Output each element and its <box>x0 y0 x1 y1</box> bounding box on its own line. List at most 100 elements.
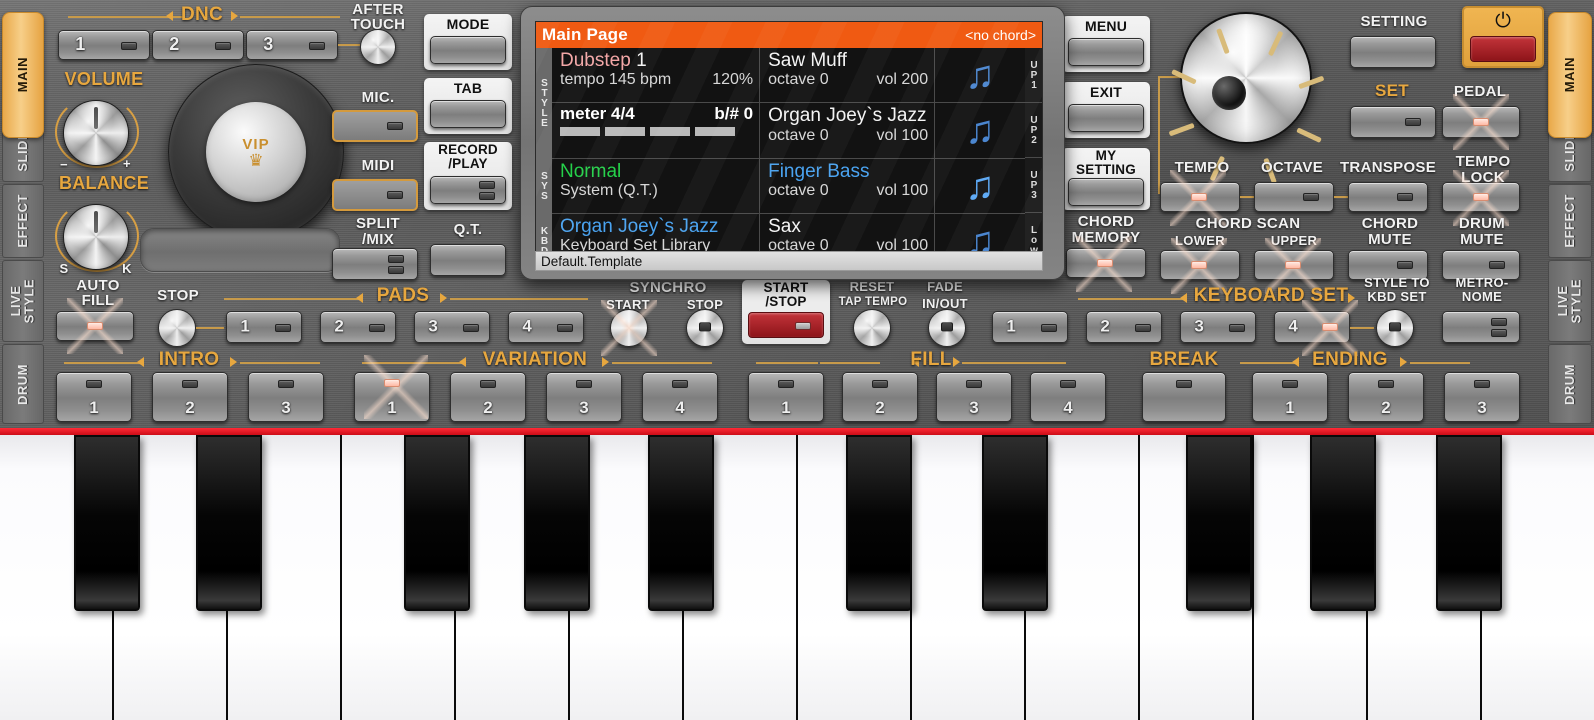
black-key[interactable] <box>524 435 590 611</box>
data-dial-jog-wheel[interactable] <box>1168 12 1324 184</box>
intro-arrow-right-icon <box>230 357 237 367</box>
ending-button-3[interactable]: 3 <box>1444 372 1520 422</box>
lcd-sys-cell[interactable]: Normal System (Q.T.) <box>552 158 761 213</box>
exit-button[interactable] <box>1068 104 1144 132</box>
sidebar-item-label: EFFECT <box>15 194 31 248</box>
keyboard-set-1-label: 1 <box>1006 316 1016 336</box>
lcd-part-3-vol: vol 100 <box>876 181 929 199</box>
mode-button[interactable] <box>430 36 506 64</box>
balance-knob[interactable] <box>63 204 129 270</box>
mode-label: MODE <box>446 16 490 32</box>
lcd-meter-row: meter 4/4 b/# 0 <box>560 104 753 124</box>
synchro-start-knob[interactable] <box>610 309 648 347</box>
set-button[interactable] <box>1350 106 1436 138</box>
keyboard-set-button-3[interactable]: 3 <box>1180 311 1256 343</box>
dnc-button-3[interactable]: 3 <box>246 30 338 60</box>
transpose-button[interactable] <box>1348 182 1428 212</box>
synchro-stop-knob[interactable] <box>686 309 724 347</box>
lcd-part-2-cell[interactable]: Organ Joey`s Jazz octave 0 vol 100 <box>760 103 936 158</box>
piano-keyboard[interactable] <box>0 428 1594 720</box>
lcd-part-1-cell[interactable]: Saw Muff octave 0 vol 200 <box>760 48 936 103</box>
lcd-part-3-cell[interactable]: Finger Bass octave 0 vol 100 <box>760 158 936 213</box>
lcd-style-cell[interactable]: Dubstep 1 tempo 145 bpm 120% <box>552 48 761 103</box>
lcd-body: STYLE SYS KBD Dubstep 1 tempo 145 bpm 12… <box>536 48 1042 268</box>
pad-button-2[interactable]: 2 <box>320 311 396 343</box>
keyboard-set-button-1[interactable]: 1 <box>992 311 1068 343</box>
intro-button-1[interactable]: 1 <box>56 372 132 422</box>
keyboard-set-button-4[interactable]: 4 <box>1274 311 1350 343</box>
menu-panel: MENU <box>1062 16 1150 72</box>
black-key[interactable] <box>982 435 1048 611</box>
fill-button-2[interactable]: 2 <box>842 372 918 422</box>
black-key[interactable] <box>1310 435 1376 611</box>
sidebar-item-main[interactable]: MAIN <box>2 12 44 138</box>
intro-button-3-label: 3 <box>281 398 291 417</box>
lcd-part-2-icon-cell[interactable]: ♫ <box>935 103 1025 157</box>
fill-button-4[interactable]: 4 <box>1030 372 1106 422</box>
lcd-meter-cell[interactable]: meter 4/4 b/# 0 <box>552 103 761 158</box>
setting-label: SETTING <box>1360 13 1428 30</box>
lcd-right-label-up3: UP3 <box>1028 170 1040 200</box>
start-stop-button[interactable] <box>748 312 824 338</box>
setting-button[interactable] <box>1350 36 1436 68</box>
break-led <box>1176 380 1192 388</box>
black-key[interactable] <box>196 435 262 611</box>
sidebar-item-drum-right[interactable]: DRUM <box>1548 344 1592 424</box>
variation-button-2[interactable]: 2 <box>450 372 526 422</box>
midi-button[interactable] <box>332 179 418 211</box>
sidebar-item-effect-right[interactable]: EFFECT <box>1548 184 1592 258</box>
sidebar-item-drum[interactable]: DRUM <box>2 344 44 424</box>
sidebar-item-effect[interactable]: EFFECT <box>2 184 44 258</box>
card-slot[interactable] <box>140 228 340 272</box>
menu-button[interactable] <box>1068 38 1144 66</box>
right-sidebar-tabs: MAIN SLIDER EFFECT LIVE STYLE DRUM <box>1544 0 1594 428</box>
lcd-chord-indicator: <no chord> <box>965 27 1036 43</box>
vip-jog-platter[interactable]: VIP ♛ <box>168 64 344 240</box>
sidebar-item-live-style[interactable]: LIVE STYLE <box>2 260 44 342</box>
sidebar-item-live-style-right[interactable]: LIVE STYLE <box>1548 260 1592 342</box>
power-button[interactable] <box>1470 36 1536 62</box>
split-mix-button[interactable] <box>332 248 418 280</box>
pad-button-1[interactable]: 1 <box>226 311 302 343</box>
fade-inout-knob[interactable] <box>928 309 966 347</box>
break-button[interactable] <box>1142 372 1226 422</box>
variation-button-4[interactable]: 4 <box>642 372 718 422</box>
sidebar-item-main-right[interactable]: MAIN <box>1548 12 1592 138</box>
dnc-to-aftertouch-link <box>338 44 360 46</box>
black-key[interactable] <box>1436 435 1502 611</box>
mic-button[interactable] <box>332 110 418 142</box>
lcd-part-3-icon-cell[interactable]: ♫ <box>935 159 1025 213</box>
fill-button-1[interactable]: 1 <box>748 372 824 422</box>
ending-button-1[interactable]: 1 <box>1252 372 1328 422</box>
reset-tap-tempo-knob[interactable] <box>853 309 891 347</box>
lcd-row-style-1: Dubstep 1 tempo 145 bpm 120% Saw Muff oc… <box>552 48 1025 104</box>
stop-knob[interactable] <box>158 309 196 347</box>
intro-button-3[interactable]: 3 <box>248 372 324 422</box>
black-key[interactable] <box>1186 435 1252 611</box>
after-touch-knob[interactable] <box>360 29 396 65</box>
black-key[interactable] <box>404 435 470 611</box>
black-key[interactable] <box>648 435 714 611</box>
intro-rail-right <box>240 362 320 364</box>
pad-button-4[interactable]: 4 <box>508 311 584 343</box>
qt-button[interactable] <box>430 244 506 276</box>
dnc-button-2[interactable]: 2 <box>152 30 244 60</box>
lcd-screen[interactable]: Main Page <no chord> STYLE SYS KBD Dubst… <box>535 21 1043 269</box>
dnc-button-1[interactable]: 1 <box>58 30 150 60</box>
style-to-kbd-set-knob[interactable] <box>1376 309 1414 347</box>
sidebar-item-label: MAIN <box>1562 57 1578 93</box>
intro-button-2[interactable]: 2 <box>152 372 228 422</box>
ending-button-2[interactable]: 2 <box>1348 372 1424 422</box>
metronome-button[interactable] <box>1442 311 1520 343</box>
tab-button[interactable] <box>430 100 506 128</box>
black-key[interactable] <box>846 435 912 611</box>
lcd-part-1-icon-cell[interactable]: ♫ <box>935 48 1025 102</box>
fill-button-3[interactable]: 3 <box>936 372 1012 422</box>
record-play-button[interactable] <box>430 176 506 204</box>
my-setting-button[interactable] <box>1068 178 1144 206</box>
octave-button[interactable] <box>1254 182 1334 212</box>
keyboard-set-button-2[interactable]: 2 <box>1086 311 1162 343</box>
variation-button-3[interactable]: 3 <box>546 372 622 422</box>
pad-button-3[interactable]: 3 <box>414 311 490 343</box>
black-key[interactable] <box>74 435 140 611</box>
